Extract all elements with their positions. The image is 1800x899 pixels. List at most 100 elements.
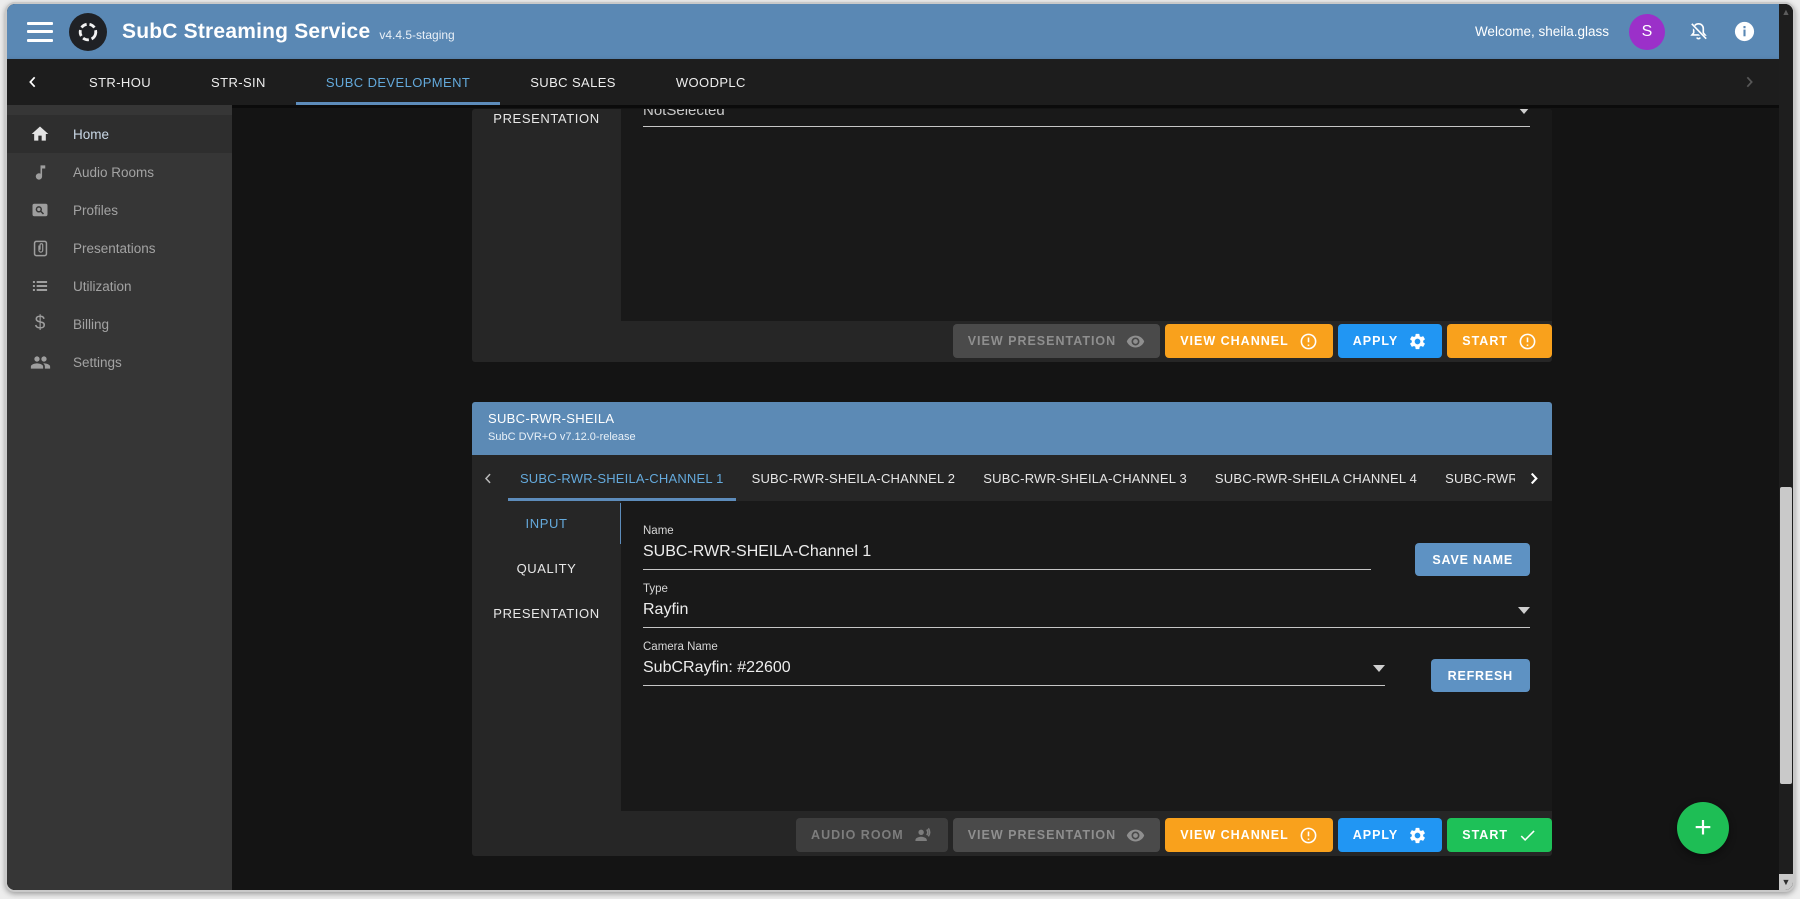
save-name-button[interactable]: SAVE NAME bbox=[1415, 543, 1530, 576]
home-icon bbox=[29, 123, 51, 145]
plus-icon: + bbox=[1694, 811, 1712, 844]
sidebar-item-label: Billing bbox=[73, 317, 109, 332]
list-icon bbox=[29, 275, 51, 297]
refresh-button[interactable]: REFRESH bbox=[1431, 659, 1530, 692]
channel-body: INPUT QUALITY PRESENTATION Name SUBC-RWR… bbox=[472, 501, 1552, 811]
music-note-icon bbox=[29, 161, 51, 183]
type-select[interactable]: Type Rayfin bbox=[643, 583, 1530, 628]
gear-icon bbox=[1408, 332, 1427, 351]
camera-select[interactable]: Camera Name SubCRayfin: #22600 bbox=[643, 641, 1385, 686]
tabs-scroll-left-icon[interactable] bbox=[7, 59, 59, 105]
tab-channel-4[interactable]: SUBC-RWR-SHEILA CHANNEL 4 bbox=[1201, 455, 1431, 501]
app-title: SubC Streaming Service bbox=[122, 20, 370, 44]
name-label: Name bbox=[643, 525, 1371, 537]
type-label: Type bbox=[643, 583, 1530, 595]
sidebar: Home Audio Rooms Profiles bbox=[7, 105, 232, 890]
gear-icon bbox=[1408, 826, 1427, 845]
apply-button[interactable]: APPLY bbox=[1338, 324, 1443, 358]
app-version: v4.4.5-staging bbox=[379, 28, 454, 42]
camera-value: SubCRayfin: #22600 bbox=[643, 659, 1373, 677]
sidebar-item-home[interactable]: Home bbox=[7, 115, 232, 153]
tab-channel-2[interactable]: SUBC-RWR-SHEILA-CHANNEL 2 bbox=[738, 455, 970, 501]
app-bar: SubC Streaming Service v4.4.5-staging We… bbox=[7, 4, 1779, 59]
dropdown-caret-icon bbox=[1518, 607, 1530, 614]
error-icon bbox=[1299, 826, 1318, 845]
presentation-card-buttons: VIEW PRESENTATION VIEW CHANNEL APPLY STA… bbox=[621, 324, 1552, 358]
start-button[interactable]: START bbox=[1447, 818, 1552, 852]
name-value[interactable]: SUBC-RWR-SHEILA-Channel 1 bbox=[643, 543, 1371, 561]
presentation-select[interactable]: NotSelected bbox=[643, 109, 1530, 119]
add-channel-fab[interactable]: + bbox=[1677, 802, 1729, 854]
dropdown-caret-icon bbox=[1373, 665, 1385, 672]
tabs-scroll-right-icon[interactable] bbox=[1719, 59, 1779, 105]
tab-channel-1[interactable]: SUBC-RWR-SHEILA-CHANNEL 1 bbox=[506, 455, 738, 501]
side-tab-input[interactable]: INPUT bbox=[472, 501, 621, 546]
select-underline bbox=[643, 126, 1530, 127]
avatar[interactable]: S bbox=[1629, 14, 1665, 50]
app-window: SubC Streaming Service v4.4.5-staging We… bbox=[5, 2, 1795, 892]
type-value: Rayfin bbox=[643, 601, 1518, 619]
presentation-card: PRESENTATION NotSelected VIEW PRESENTATI… bbox=[472, 109, 1552, 362]
org-tab-bar: STR-HOU STR-SIN SUBC DEVELOPMENT SUBC SA… bbox=[7, 59, 1779, 105]
view-channel-button[interactable]: VIEW CHANNEL bbox=[1165, 818, 1333, 852]
page-scrollbar[interactable]: ▲ ▼ bbox=[1779, 4, 1793, 890]
main-area: PRESENTATION NotSelected VIEW PRESENTATI… bbox=[232, 105, 1779, 890]
error-icon bbox=[1518, 332, 1537, 351]
tab-subc-development[interactable]: SUBC DEVELOPMENT bbox=[296, 59, 500, 105]
pageview-icon bbox=[29, 199, 51, 221]
vertical-tab-presentation[interactable]: PRESENTATION bbox=[472, 111, 621, 126]
presentation-select-value: NotSelected bbox=[643, 109, 1518, 119]
scrollbar-thumb[interactable] bbox=[1780, 487, 1792, 784]
channel-card: SUBC-RWR-SHEILA SubC DVR+O v7.12.0-relea… bbox=[472, 402, 1552, 856]
sidebar-item-utilization[interactable]: Utilization bbox=[7, 267, 232, 305]
content-area: Home Audio Rooms Profiles bbox=[7, 105, 1779, 890]
side-tab-presentation[interactable]: PRESENTATION bbox=[472, 591, 621, 636]
channel-side-tabs: INPUT QUALITY PRESENTATION bbox=[472, 501, 621, 811]
view-presentation-button[interactable]: VIEW PRESENTATION bbox=[953, 324, 1161, 358]
camera-label: Camera Name bbox=[643, 641, 1385, 653]
tab-channel-3[interactable]: SUBC-RWR-SHEILA-CHANNEL 3 bbox=[969, 455, 1201, 501]
tab-woodplc[interactable]: WOODPLC bbox=[646, 59, 776, 105]
channel-tabs-left-icon[interactable] bbox=[472, 455, 506, 501]
audio-room-button[interactable]: AUDIO ROOM bbox=[796, 818, 948, 852]
notifications-off-icon[interactable] bbox=[1685, 19, 1711, 45]
scroll-up-icon[interactable]: ▲ bbox=[1779, 7, 1793, 17]
side-tab-quality[interactable]: QUALITY bbox=[472, 546, 621, 591]
sidebar-item-label: Settings bbox=[73, 355, 122, 370]
menu-icon[interactable] bbox=[27, 22, 53, 42]
device-subtitle: SubC DVR+O v7.12.0-release bbox=[488, 431, 1536, 443]
view-presentation-button[interactable]: VIEW PRESENTATION bbox=[953, 818, 1161, 852]
channel-tabs-right-icon[interactable] bbox=[1515, 455, 1552, 501]
view-channel-button[interactable]: VIEW CHANNEL bbox=[1165, 324, 1333, 358]
channel-tabs: SUBC-RWR-SHEILA-CHANNEL 1 SUBC-RWR-SHEIL… bbox=[472, 455, 1552, 501]
channel-card-buttons: AUDIO ROOM VIEW PRESENTATION VIEW CHANNE… bbox=[621, 818, 1552, 852]
tab-subc-sales[interactable]: SUBC SALES bbox=[500, 59, 646, 105]
device-title: SUBC-RWR-SHEILA bbox=[488, 411, 1536, 426]
sidebar-item-label: Utilization bbox=[73, 279, 132, 294]
error-icon bbox=[1299, 332, 1318, 351]
attachment-icon bbox=[29, 237, 51, 259]
apply-button[interactable]: APPLY bbox=[1338, 818, 1443, 852]
presentation-panel: NotSelected bbox=[621, 109, 1552, 321]
aperture-logo-glyph bbox=[75, 19, 101, 45]
tab-channel-5[interactable]: SUBC-RWR-S bbox=[1431, 455, 1515, 501]
check-icon bbox=[1518, 826, 1537, 845]
name-field[interactable]: Name SUBC-RWR-SHEILA-Channel 1 bbox=[643, 525, 1371, 570]
voice-person-icon bbox=[914, 826, 933, 845]
channel-card-header: SUBC-RWR-SHEILA SubC DVR+O v7.12.0-relea… bbox=[472, 402, 1552, 455]
sidebar-item-presentations[interactable]: Presentations bbox=[7, 229, 232, 267]
sidebar-item-audio-rooms[interactable]: Audio Rooms bbox=[7, 153, 232, 191]
info-icon[interactable] bbox=[1731, 19, 1757, 45]
tab-str-sin[interactable]: STR-SIN bbox=[181, 59, 296, 105]
sidebar-item-billing[interactable]: $ Billing bbox=[7, 305, 232, 343]
tab-str-hou[interactable]: STR-HOU bbox=[59, 59, 181, 105]
sidebar-item-profiles[interactable]: Profiles bbox=[7, 191, 232, 229]
start-button[interactable]: START bbox=[1447, 324, 1552, 358]
welcome-text: Welcome, sheila.glass bbox=[1475, 24, 1609, 39]
input-form-panel: Name SUBC-RWR-SHEILA-Channel 1 SAVE NAME… bbox=[621, 501, 1552, 811]
sidebar-item-settings[interactable]: Settings bbox=[7, 343, 232, 381]
tabbar-shadow bbox=[232, 105, 1779, 108]
aperture-logo bbox=[69, 13, 107, 51]
sidebar-item-label: Audio Rooms bbox=[73, 165, 154, 180]
scroll-down-icon[interactable]: ▼ bbox=[1779, 874, 1793, 890]
